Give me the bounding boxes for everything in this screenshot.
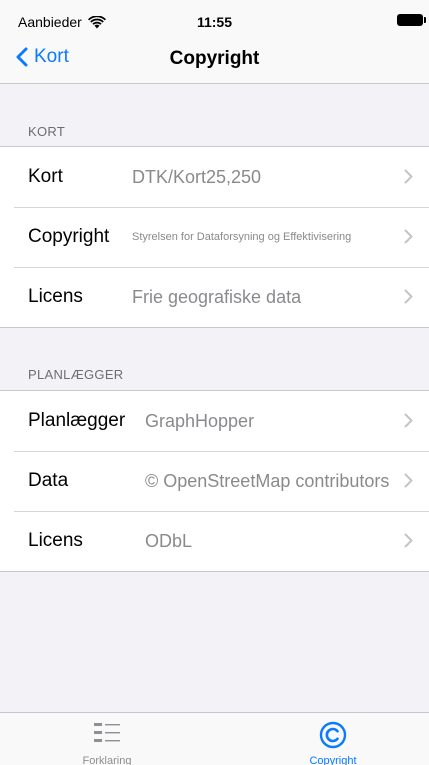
row-label: Licens: [28, 530, 83, 551]
row-value: © OpenStreetMap contributors: [145, 470, 390, 491]
row-value: ODbL: [145, 530, 193, 551]
row-value: GraphHopper: [145, 410, 255, 431]
navigation-bar: Kort Copyright: [0, 36, 429, 84]
row-label: Licens: [28, 286, 83, 307]
row-value: Styrelsen for Dataforsyning og Effektivi…: [132, 231, 352, 243]
row-label: Copyright: [28, 226, 110, 247]
row-value: DTK/Kort25,250: [132, 166, 262, 187]
tab-bar: Forklaring Copyright: [0, 712, 429, 765]
chevron-right-icon: [404, 413, 413, 428]
chevron-right-icon: [404, 533, 413, 548]
page-title: Copyright: [169, 48, 260, 69]
section-header-planlaegger: PLANLÆGGER: [28, 367, 124, 382]
row-label: Kort: [28, 166, 63, 187]
row-kort[interactable]: Kort DTK/Kort25,250: [0, 147, 429, 207]
row-label: Data: [28, 470, 69, 491]
battery-icon: [397, 14, 426, 26]
row-value: Frie geografiske data: [132, 286, 302, 307]
row-licens[interactable]: Licens Frie geografiske data: [0, 267, 429, 327]
copyright-icon: [319, 721, 347, 749]
tab-copyright[interactable]: Copyright: [226, 713, 429, 765]
tab-label: Forklaring: [82, 755, 132, 765]
row-label: Planlægger: [28, 410, 126, 431]
status-bar: Aanbieder 11:55: [0, 0, 429, 36]
tab-label: Copyright: [309, 755, 357, 765]
tab-forklaring[interactable]: Forklaring: [0, 713, 214, 765]
row-planlaegger[interactable]: Planlægger GraphHopper: [0, 391, 429, 451]
section-kort: Kort DTK/Kort25,250 Copyright Styrelsen …: [0, 146, 429, 328]
section-header-kort: KORT: [28, 124, 66, 139]
row-copyright[interactable]: Copyright Styrelsen for Dataforsyning og…: [0, 207, 429, 267]
chevron-right-icon: [404, 229, 413, 244]
chevron-right-icon: [404, 169, 413, 184]
section-planlaegger: Planlægger GraphHopper Data © OpenStreet…: [0, 390, 429, 572]
list-icon: [94, 723, 120, 742]
status-time: 11:55: [196, 14, 233, 30]
chevron-right-icon: [404, 473, 413, 488]
row-licens[interactable]: Licens ODbL: [0, 511, 429, 571]
row-data[interactable]: Data © OpenStreetMap contributors: [0, 451, 429, 511]
chevron-right-icon: [404, 289, 413, 304]
